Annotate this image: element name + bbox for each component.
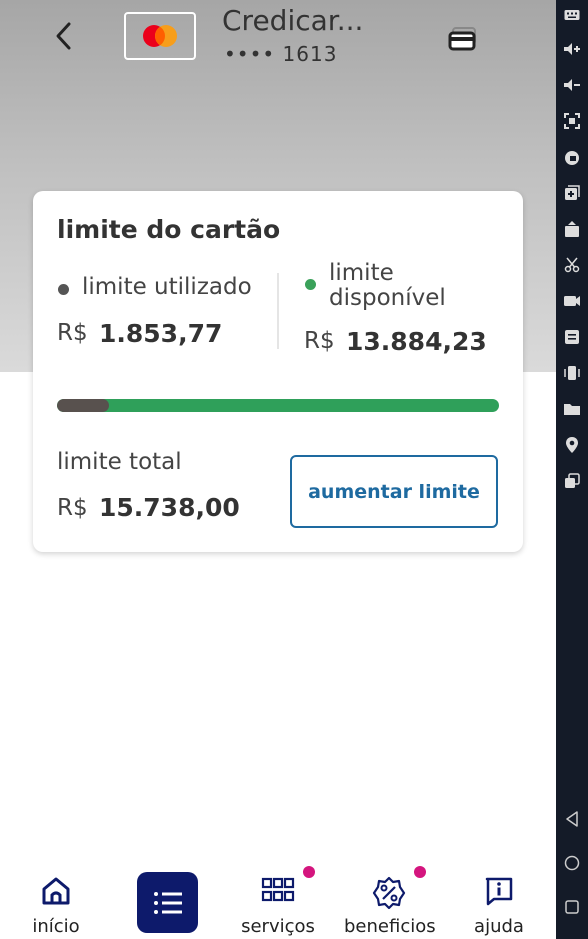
recents-nav-icon[interactable] <box>556 894 588 920</box>
screenshot-icon[interactable] <box>556 108 588 134</box>
limit-card-title: limite do cartão <box>57 215 281 244</box>
limit-progress-used <box>57 399 110 412</box>
nav-label-inicio: início <box>32 916 80 937</box>
limit-progress-bar <box>57 399 499 412</box>
folder-icon[interactable] <box>556 396 588 422</box>
used-limit-dot <box>58 284 69 295</box>
emulator-toolbar <box>556 0 588 939</box>
beneficios-badge <box>414 866 426 878</box>
nav-item-menu[interactable] <box>137 872 198 933</box>
nav-item-beneficios[interactable]: beneficios <box>344 862 436 939</box>
volume-down-icon[interactable] <box>556 72 588 98</box>
chevron-left-icon <box>56 22 71 50</box>
app-screen: Credicar... •••• 1613 limite do cartão l… <box>0 0 556 939</box>
bottom-navigation: início serviços beneficios ajuda <box>0 862 556 939</box>
column-divider <box>277 273 279 349</box>
card-brand-logo <box>124 12 196 60</box>
keyboard-icon[interactable] <box>556 2 588 28</box>
used-limit-amount: 1.853,77 <box>99 319 223 348</box>
back-button[interactable] <box>44 16 84 56</box>
mastercard-icon <box>143 25 177 47</box>
raise-limit-button[interactable]: aumentar limite <box>290 455 498 528</box>
card-number: •••• 1613 <box>224 42 338 66</box>
nav-label-beneficios: beneficios <box>344 916 436 937</box>
card-name: Credicar... <box>222 4 364 37</box>
nav-item-ajuda[interactable]: ajuda <box>454 862 544 939</box>
servicos-badge <box>303 866 315 878</box>
add-window-icon[interactable] <box>556 180 588 206</box>
location-icon[interactable] <box>556 432 588 458</box>
home-icon <box>40 876 72 906</box>
card-stack-icon <box>448 27 476 51</box>
multi-window-icon[interactable] <box>556 468 588 494</box>
shake-icon[interactable] <box>556 360 588 386</box>
grid-icon <box>261 876 295 904</box>
nav-label-servicos: serviços <box>241 916 315 937</box>
info-chat-icon <box>484 876 514 906</box>
volume-up-icon[interactable] <box>556 36 588 62</box>
limit-card: limite do cartão limite utilizado R$ 1.8… <box>33 191 523 552</box>
used-limit-label: limite utilizado <box>82 274 252 300</box>
lock-rotation-icon[interactable] <box>556 144 588 170</box>
cut-icon[interactable] <box>556 252 588 278</box>
message-icon[interactable] <box>556 324 588 350</box>
total-limit-amount: 15.738,00 <box>99 493 240 522</box>
nav-label-ajuda: ajuda <box>474 916 524 937</box>
available-limit-currency: R$ <box>304 328 335 354</box>
available-limit-dot <box>305 279 316 290</box>
home-nav-icon[interactable] <box>556 850 588 876</box>
list-icon <box>153 891 182 914</box>
card-switch-button[interactable] <box>440 22 480 56</box>
back-nav-icon[interactable] <box>556 806 588 832</box>
available-limit-amount: 13.884,23 <box>346 327 487 356</box>
record-video-icon[interactable] <box>556 288 588 314</box>
nav-item-servicos[interactable]: serviços <box>233 862 323 939</box>
nav-item-inicio[interactable]: início <box>11 862 101 939</box>
total-limit-currency: R$ <box>57 495 88 521</box>
available-limit-label: limite disponível <box>329 260 446 311</box>
percent-badge-icon <box>372 876 406 910</box>
apk-install-icon[interactable] <box>556 216 588 242</box>
total-limit-label: limite total <box>57 449 182 475</box>
used-limit-currency: R$ <box>57 320 88 346</box>
